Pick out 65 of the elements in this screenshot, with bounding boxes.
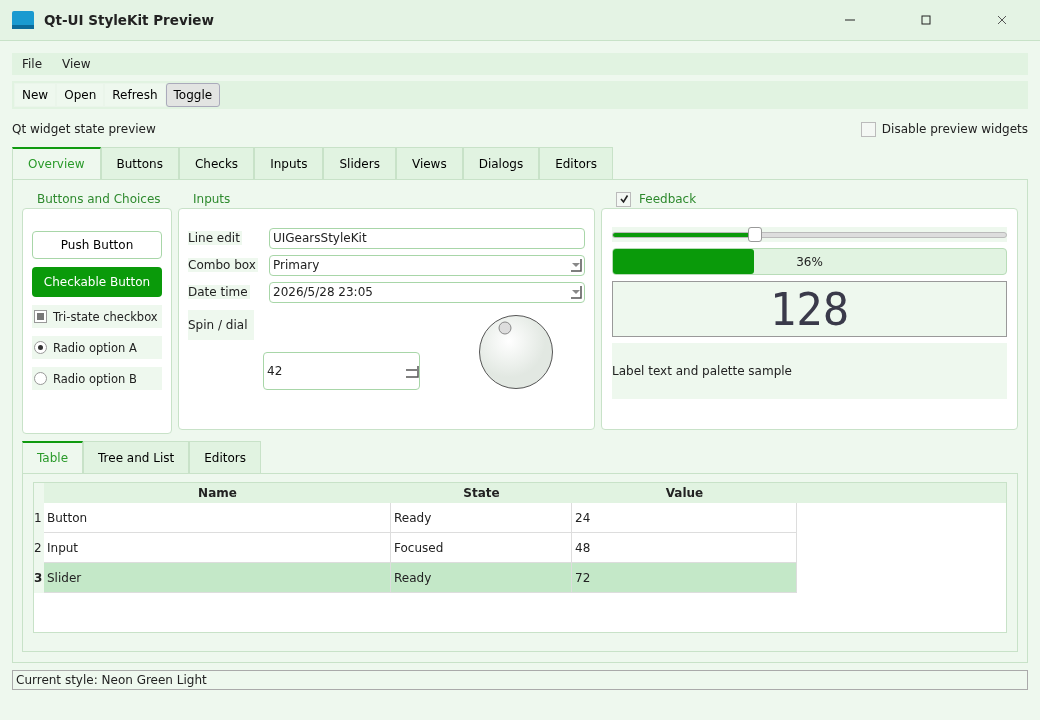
table-cell: 24 <box>572 503 797 533</box>
field-label: Combo box <box>188 258 258 272</box>
toolbar-button[interactable]: Refresh <box>104 83 166 107</box>
radio-button[interactable] <box>34 341 47 354</box>
toolbar-button[interactable]: Toggle <box>165 83 221 107</box>
app-icon <box>12 11 34 29</box>
close-icon[interactable] <box>996 14 1008 26</box>
dial[interactable] <box>478 314 554 390</box>
row-number: 1 <box>34 503 44 533</box>
table-cell: Ready <box>391 503 572 533</box>
table-cell: Slider <box>44 563 391 593</box>
lcd-number: 128 <box>769 283 850 335</box>
tab[interactable]: Inputs <box>254 147 324 179</box>
tab[interactable]: Editors <box>539 147 613 179</box>
combo-box[interactable]: 2026/5/28 23:05 <box>269 281 585 303</box>
toolbar-button[interactable]: Open <box>56 83 105 107</box>
column-header[interactable]: Value <box>572 483 797 503</box>
checkbox[interactable] <box>34 310 47 323</box>
input-field[interactable]: UIGearsStyleKit <box>269 227 585 249</box>
radio-label: Radio option A <box>53 340 137 355</box>
combo-box[interactable]: Primary <box>269 254 585 276</box>
field-label: Spin / dial <box>188 310 254 340</box>
corner-header <box>34 483 44 503</box>
table-cell: Button <box>44 503 391 533</box>
status-bar: Current style: Neon Green Light <box>12 670 1028 690</box>
checkbox[interactable] <box>860 121 876 137</box>
maximize-icon[interactable] <box>920 14 932 26</box>
column-header[interactable]: Name <box>44 483 391 503</box>
tab[interactable]: Buttons <box>100 147 179 179</box>
push-button[interactable]: Push Button <box>32 231 162 259</box>
menu-item[interactable]: View <box>52 57 101 71</box>
header-label: Qt widget state preview <box>12 122 156 136</box>
spin-box[interactable]: 42 <box>263 352 420 390</box>
field-label: Line edit <box>188 231 242 245</box>
window-title: Qt-UI StyleKit Preview <box>44 12 215 28</box>
toolbar-button[interactable]: New <box>14 83 57 107</box>
field-label: Date time <box>188 285 250 299</box>
column-header[interactable]: State <box>391 483 572 503</box>
tab[interactable]: Checks <box>178 147 255 179</box>
tab[interactable]: Editors <box>189 441 261 473</box>
row-number: 2 <box>34 533 44 563</box>
row-number: 3 <box>34 563 44 593</box>
radio-button[interactable] <box>34 372 47 385</box>
group-title: Inputs <box>192 191 232 208</box>
check-icon <box>618 194 629 204</box>
table-cell: Ready <box>391 563 572 593</box>
spin-arrows-icon <box>405 364 419 378</box>
group-title: Feedback <box>639 192 697 206</box>
sample-label: Label text and palette sample <box>612 364 792 378</box>
radio-label: Radio option B <box>53 371 137 386</box>
slider[interactable] <box>612 227 1007 242</box>
tab[interactable]: Tree and List <box>83 441 190 473</box>
group-title: Buttons and Choices <box>36 191 162 208</box>
checkable-button[interactable]: Checkable Button <box>32 267 162 297</box>
progress-reading: 36% <box>796 254 823 269</box>
tab[interactable]: Dialogs <box>462 147 540 179</box>
menu-item[interactable]: File <box>12 57 53 71</box>
checkbox-label: Tri-state checkbox <box>53 309 158 324</box>
caret-icon <box>570 258 582 272</box>
caret-icon <box>570 285 582 299</box>
checkbox-label: Disable preview widgets <box>881 122 1028 136</box>
table-cell: 72 <box>572 563 797 593</box>
tab[interactable]: Views <box>395 147 463 179</box>
tab[interactable]: Sliders <box>323 147 396 179</box>
checkbox[interactable] <box>616 191 631 207</box>
